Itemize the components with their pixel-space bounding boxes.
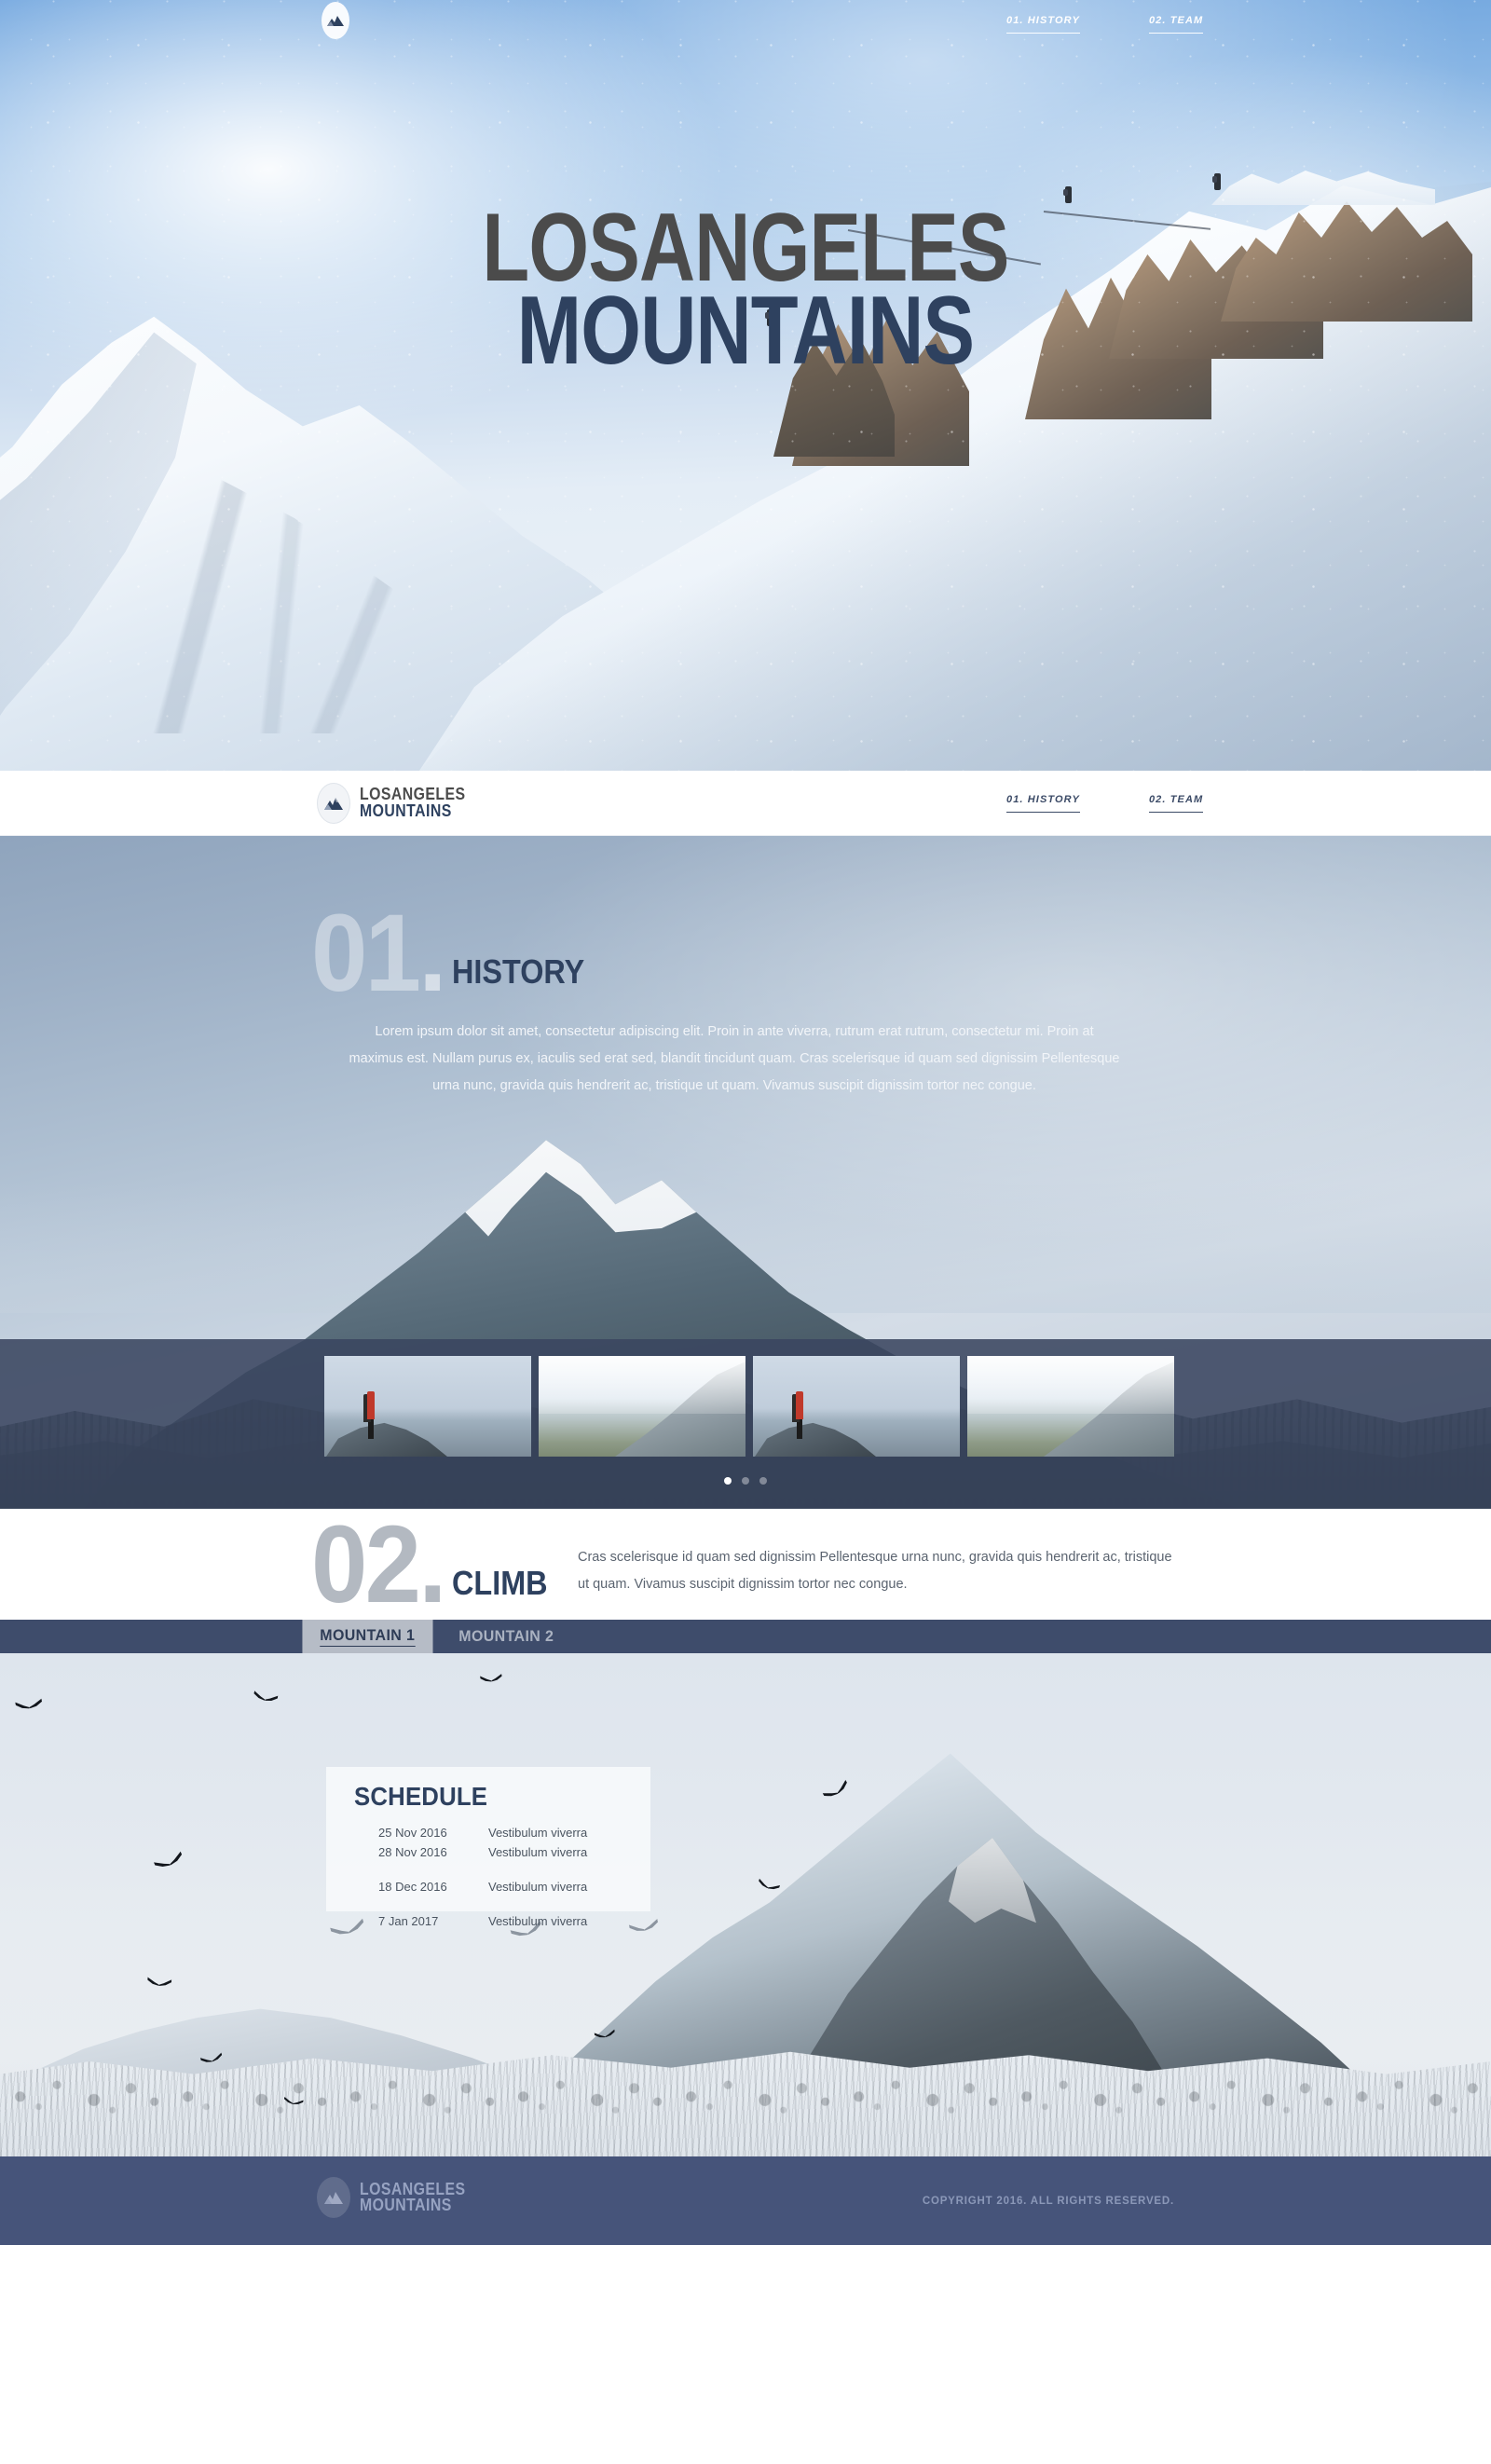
history-section-number: 01. (311, 892, 446, 1015)
hero-title-line-2: MOUNTAINS (516, 277, 975, 386)
schedule-row: 25 Nov 2016 Vestibulum viverra (378, 1823, 639, 1842)
tab-mountain-1-label: MOUNTAIN 1 (320, 1626, 416, 1647)
history-section-word: HISTORY (452, 951, 585, 991)
climb-section-word: CLIMB (452, 1563, 548, 1602)
mountain-badge-icon (324, 797, 343, 810)
schedule-card: SCHEDULE 25 Nov 2016 Vestibulum viverra … (326, 1767, 650, 1928)
gallery-band (0, 1339, 1491, 1509)
copyright-text: COPYRIGHT 2016. ALL RIGHTS RESERVED. (922, 2196, 1174, 2207)
hero-section: 01. HISTORY 02. TEAM LOSANGELES MOUNTAIN… (0, 0, 1491, 771)
brand-line-2: MOUNTAINS (360, 801, 452, 820)
scene-foreground-rocks (0, 2045, 1491, 2156)
schedule-row: 18 Dec 2016 Vestibulum viverra (378, 1877, 639, 1896)
carousel-dots (0, 1477, 1491, 1485)
landing-page: 01. HISTORY 02. TEAM LOSANGELES MOUNTAIN… (0, 0, 1491, 2245)
climb-section-number: 02. (311, 1503, 446, 1626)
carousel-dot-3[interactable] (759, 1477, 767, 1485)
history-paragraph: Lorem ipsum dolor sit amet, consectetur … (349, 1024, 1120, 1093)
brand-text: LOSANGELES MOUNTAINS (360, 786, 480, 820)
page-footer: LOSANGELES MOUNTAINS COPYRIGHT 2016. ALL… (0, 2156, 1491, 2245)
nav-link-team[interactable]: 02. TEAM (1148, 794, 1204, 813)
schedule-title: SCHEDULE (354, 1782, 488, 1811)
brand-logo[interactable]: LOSANGELES MOUNTAINS (317, 782, 480, 824)
hero-nav-link-history[interactable]: 01. HISTORY (1006, 15, 1080, 34)
climb-scene: SCHEDULE 25 Nov 2016 Vestibulum viverra … (0, 1653, 1491, 2156)
mountain-badge-icon (324, 2192, 343, 2204)
schedule-date: 7 Jan 2017 (378, 1914, 439, 1929)
navbar-links: 01. HISTORY 02. TEAM (1006, 794, 1204, 813)
gallery-thumbnail[interactable] (539, 1356, 746, 1457)
mountain-badge-icon (327, 16, 344, 26)
footer-brand-text: LOSANGELES MOUNTAINS (360, 2181, 480, 2214)
hero-title: LOSANGELES MOUNTAINS (0, 0, 1491, 386)
brand-badge (317, 782, 350, 824)
footer-brand-badge (317, 2177, 350, 2218)
hero-navbar: 01. HISTORY 02. TEAM (0, 0, 1491, 52)
mountain-tabs: MOUNTAIN 1 MOUNTAIN 2 (0, 1620, 1491, 1653)
tab-mountain-2[interactable]: MOUNTAIN 2 (441, 1620, 571, 1653)
history-number-dot: . (418, 892, 446, 1015)
hero-nav-links: 01. HISTORY 02. TEAM (1006, 15, 1204, 34)
schedule-date: 25 Nov 2016 (378, 1826, 447, 1840)
climb-heading: 02. CLIMB (311, 1503, 558, 1626)
hero-logo-badge[interactable] (321, 2, 349, 39)
gallery-thumbnails (324, 1356, 1174, 1457)
footer-brand-line-2: MOUNTAINS (360, 2196, 452, 2214)
footer-brand[interactable]: LOSANGELES MOUNTAINS (317, 2177, 480, 2218)
climb-paragraph: Cras scelerisque id quam sed dignissim P… (578, 1550, 1172, 1592)
gallery-thumbnail[interactable] (967, 1356, 1174, 1457)
schedule-date: 28 Nov 2016 (378, 1845, 447, 1860)
nav-link-history[interactable]: 01. HISTORY (1006, 794, 1080, 813)
tab-mountain-1[interactable]: MOUNTAIN 1 (302, 1620, 433, 1653)
sticky-navbar: LOSANGELES MOUNTAINS 01. HISTORY 02. TEA… (0, 771, 1491, 836)
schedule-date: 18 Dec 2016 (378, 1880, 447, 1895)
gallery-thumbnail[interactable] (753, 1356, 960, 1457)
schedule-list: 25 Nov 2016 Vestibulum viverra 28 Nov 20… (378, 1823, 639, 1931)
climb-section: 02. CLIMB Cras scelerisque id quam sed d… (0, 1509, 1491, 1620)
schedule-event: Vestibulum viverra (488, 1914, 588, 1929)
tab-mountain-2-label: MOUNTAIN 2 (458, 1627, 554, 1645)
climb-number-dot: . (418, 1503, 446, 1626)
schedule-event: Vestibulum viverra (488, 1826, 588, 1840)
gallery-thumbnail[interactable] (324, 1356, 531, 1457)
schedule-event: Vestibulum viverra (488, 1880, 588, 1895)
schedule-row: 7 Jan 2017 Vestibulum viverra (378, 1911, 639, 1931)
hero-nav-link-team[interactable]: 02. TEAM (1148, 15, 1204, 34)
schedule-event: Vestibulum viverra (488, 1845, 588, 1860)
history-heading: 01. HISTORY (311, 892, 599, 1015)
schedule-row: 28 Nov 2016 Vestibulum viverra (378, 1842, 639, 1862)
carousel-dot-1[interactable] (724, 1477, 732, 1485)
history-section: 01. HISTORY Lorem ipsum dolor sit amet, … (0, 836, 1491, 1509)
carousel-dot-2[interactable] (742, 1477, 749, 1485)
